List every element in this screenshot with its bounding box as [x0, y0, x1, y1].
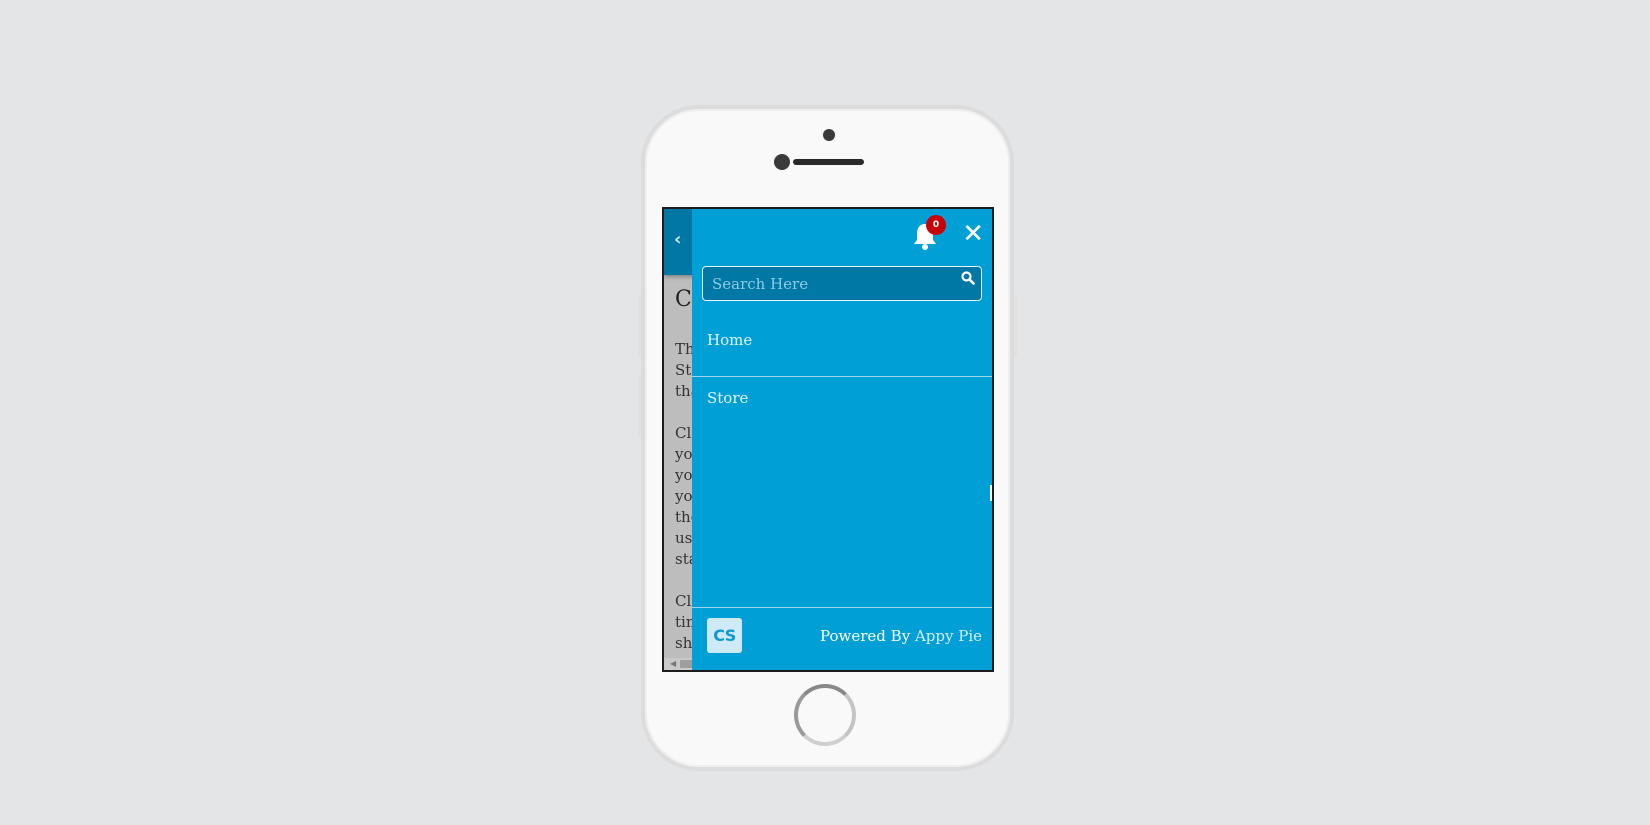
drawer-menu: Home Store	[692, 319, 992, 435]
side-drawer: 0 ✕ Home Store CS Powered By Appy Pie	[692, 209, 992, 670]
powered-by: Powered By Appy Pie	[820, 627, 982, 645]
home-button[interactable]	[794, 684, 856, 746]
drawer-footer: CS Powered By Appy Pie	[692, 607, 992, 670]
proximity-sensor	[774, 154, 790, 170]
notification-badge: 0	[926, 215, 946, 235]
brand-link[interactable]: Appy Pie	[915, 627, 982, 645]
search-icon[interactable]	[961, 271, 975, 285]
front-camera	[823, 129, 835, 141]
powered-by-label: Powered By	[820, 627, 911, 645]
phone-screen: ‹ Cl Th Sto tha Clo you you you the use …	[662, 207, 994, 672]
app-logo: CS	[707, 618, 742, 653]
scroll-left-arrow-icon[interactable]: ◀	[670, 659, 676, 668]
menu-item-home[interactable]: Home	[692, 319, 992, 377]
drawer-scrollbar[interactable]	[990, 485, 992, 501]
chevron-left-icon[interactable]: ‹	[674, 229, 681, 250]
search-input[interactable]	[703, 267, 981, 300]
close-icon[interactable]: ✕	[962, 221, 984, 247]
search-box	[702, 266, 982, 301]
earpiece-speaker	[793, 159, 864, 165]
menu-item-store[interactable]: Store	[692, 377, 992, 435]
